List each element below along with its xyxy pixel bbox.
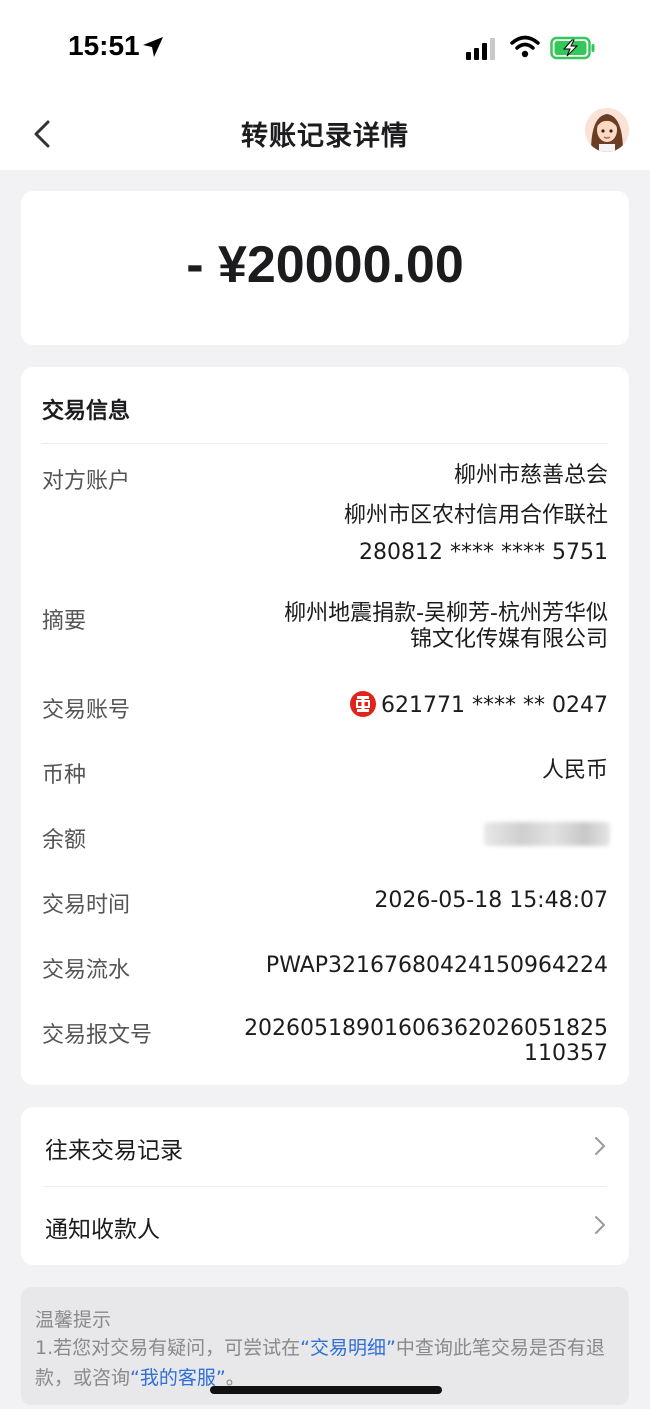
avatar[interactable] <box>585 108 629 152</box>
counterparty-label: 对方账户 <box>42 469 131 494</box>
message-no-line2: 110357 <box>524 1041 608 1066</box>
message-no-line1: 2026051890160636202605182​5 <box>244 1016 608 1041</box>
signal-icon <box>466 38 495 60</box>
time-value: 2026-05-18 15:48:07 <box>374 888 608 913</box>
battery-charging-icon <box>550 36 595 60</box>
balance-label: 余额 <box>42 828 87 853</box>
tips-body: 1.若您对交易有疑问，可尝试在“交易明细”中查询此笔交易是否有退款，或咨询“我的… <box>35 1333 620 1393</box>
transaction-info-card: 交易信息 对方账户 柳州市慈善总会 柳州市区农村信用合作联社 280812 **… <box>21 367 629 1085</box>
currency-label: 币种 <box>42 763 87 788</box>
account-no-value: 621771 **** ** 0247 <box>381 693 608 718</box>
history-link-row[interactable]: 往来交易记录 <box>21 1107 629 1186</box>
serial-value: PWAP32167680424150964224 <box>265 953 608 978</box>
balance-value-blurred <box>484 822 610 846</box>
tips-text-1: 1.若您对交易有疑问，可尝试在 <box>35 1337 301 1359</box>
account-no-label: 交易账号 <box>42 698 131 723</box>
links-card: 往来交易记录 通知收款人 <box>21 1107 629 1265</box>
divider <box>42 443 608 444</box>
serial-label: 交易流水 <box>42 958 131 983</box>
memo-label: 摘要 <box>42 609 87 634</box>
counterparty-bank: 柳州市区农村信用合作联社 <box>343 503 608 528</box>
counterparty-name: 柳州市慈善总会 <box>453 463 608 488</box>
tips-title: 温馨提示 <box>35 1309 112 1331</box>
wifi-icon <box>510 35 540 58</box>
section-title: 交易信息 <box>42 399 131 424</box>
memo-line2: 锦文化传媒有限公司 <box>409 627 608 652</box>
top-bar: 15:51 转账记录详情 <box>0 0 650 170</box>
transaction-details-link[interactable]: “交易明细” <box>300 1337 396 1359</box>
chevron-right-icon <box>595 1216 605 1234</box>
avatar-icon <box>585 108 629 152</box>
page-title: 转账记录详情 <box>241 121 409 152</box>
memo-line1: 柳州地震捐款-吴柳芳-杭州芳华似 <box>284 601 608 626</box>
location-arrow-icon <box>143 37 163 57</box>
notify-payee-row[interactable]: 通知收款人 <box>21 1186 629 1265</box>
amount-card: - ¥20000.00 <box>21 191 629 345</box>
transfer-amount: - ¥20000.00 <box>186 236 464 294</box>
chevron-right-icon <box>595 1137 605 1155</box>
currency-value: 人民币 <box>541 758 608 783</box>
bank-logo-icon <box>350 691 376 717</box>
notify-payee-label: 通知收款人 <box>45 1217 160 1243</box>
time-label: 交易时间 <box>42 893 131 918</box>
status-time: 15:51 <box>68 30 140 61</box>
counterparty-account: 280812 **** **** 5751 <box>359 540 608 565</box>
message-no-label: 交易报文号 <box>42 1023 153 1048</box>
home-indicator <box>210 1386 442 1394</box>
history-link-label: 往来交易记录 <box>45 1138 183 1164</box>
